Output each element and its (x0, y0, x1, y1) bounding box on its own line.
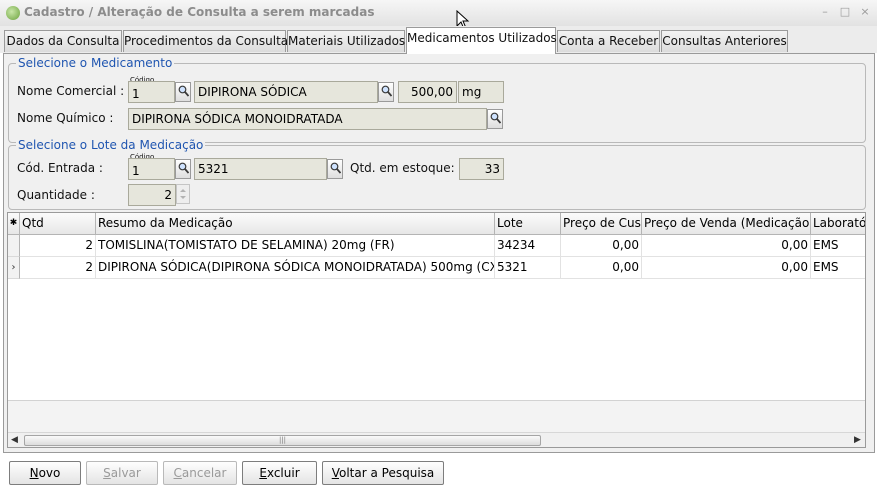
medicamento-nome-field[interactable]: DIPIRONA SÓDICA (194, 81, 378, 103)
salvar-button[interactable]: Salvar (86, 461, 158, 485)
window-title: Cadastro / Alteração de Consulta a serem… (24, 5, 375, 19)
search-icon (178, 85, 189, 97)
current-row-arrow-icon[interactable]: › (8, 257, 20, 279)
scroll-left-icon[interactable]: ◀ (11, 435, 18, 445)
grid-footer (8, 400, 865, 432)
lote-legend: Selecione o Lote da Medicação (16, 138, 206, 152)
nome-quimico-lookup-button[interactable] (487, 109, 503, 129)
column-header-qtd[interactable]: Qtd (20, 213, 96, 235)
cell-preco-custo[interactable]: 0,00 (561, 235, 642, 257)
voltar-pesquisa-button[interactable]: Voltar a Pesquisa (322, 461, 444, 485)
cell-preco-venda[interactable]: 0,00 (642, 235, 811, 257)
tab-conta-receber[interactable]: Conta a Receber (557, 30, 660, 52)
novo-button[interactable]: Novo (9, 461, 81, 485)
tab-medicamentos[interactable]: Medicamentos Utilizados (406, 27, 557, 54)
scroll-right-icon[interactable]: ▶ (854, 435, 861, 445)
cell-preco-venda[interactable]: 0,00 (642, 257, 811, 279)
search-icon (381, 85, 392, 97)
grid-corner-icon: ✱ (8, 213, 20, 235)
minimize-icon[interactable]: – (818, 5, 832, 19)
nome-quimico-field[interactable]: DIPIRONA SÓDICA MONOIDRATADA (128, 108, 487, 130)
lote-numero-lookup-button[interactable] (327, 159, 343, 179)
row-indicator[interactable] (8, 235, 20, 257)
cell-lote[interactable]: 5321 (495, 257, 561, 279)
cell-qtd[interactable]: 2 (20, 257, 96, 279)
quantidade-label: Quantidade : (17, 188, 95, 202)
dosagem-field: 500,00 (398, 81, 457, 103)
quantidade-field[interactable]: 2 (128, 184, 176, 206)
column-header-preco-custo[interactable]: Preço de Cus (561, 213, 642, 235)
lote-numero-field[interactable]: 5321 (194, 158, 327, 180)
close-icon[interactable]: × (858, 5, 872, 19)
tab-dados-consulta[interactable]: Dados da Consulta (4, 30, 122, 52)
tab-procedimentos[interactable]: Procedimentos da Consulta (123, 30, 288, 52)
maximize-icon[interactable]: □ (838, 5, 852, 19)
quantidade-spinner[interactable] (176, 184, 190, 204)
cell-laboratorio[interactable]: EMS (811, 235, 865, 257)
cell-resumo[interactable]: TOMISLINA(TOMISTATO DE SELAMINA) 20mg (F… (96, 235, 495, 257)
tab-materiais[interactable]: Materiais Utilizados (287, 30, 405, 52)
cell-laboratorio[interactable]: EMS (811, 257, 865, 279)
column-header-lote[interactable]: Lote (495, 213, 561, 235)
app-icon (6, 6, 20, 20)
search-icon (490, 112, 501, 124)
medicamento-group (8, 63, 866, 143)
medicamento-codigo-field[interactable]: 1 (128, 81, 175, 103)
nome-quimico-label: Nome Químico : (17, 111, 114, 125)
excluir-button[interactable]: Excluir (242, 461, 317, 485)
cell-qtd[interactable]: 2 (20, 235, 96, 257)
search-icon (178, 162, 189, 174)
column-header-preco-venda[interactable]: Preço de Venda (Medicação) (642, 213, 811, 235)
scrollbar-thumb[interactable]: ||| (24, 435, 541, 446)
cell-lote[interactable]: 34234 (495, 235, 561, 257)
horizontal-scrollbar[interactable]: ◀ ||| ▶ (8, 432, 865, 447)
cancelar-button[interactable]: Cancelar (163, 461, 237, 485)
nome-comercial-label: Nome Comercial : (17, 84, 125, 98)
unidade-field: mg (458, 81, 504, 103)
cod-entrada-label: Cód. Entrada : (17, 161, 103, 175)
tab-consultas-anteriores[interactable]: Consultas Anteriores (661, 30, 788, 52)
cell-preco-custo[interactable]: 0,00 (561, 257, 642, 279)
medicamento-codigo-lookup-button[interactable] (175, 82, 191, 102)
medicamento-nome-lookup-button[interactable] (378, 82, 394, 102)
lote-codigo-field[interactable]: 1 (128, 158, 175, 180)
qtd-estoque-field: 33 (459, 158, 504, 180)
medicamento-legend: Selecione o Medicamento (16, 56, 175, 70)
lote-codigo-lookup-button[interactable] (175, 159, 191, 179)
search-icon (330, 162, 341, 174)
column-header-resumo[interactable]: Resumo da Medicação (96, 213, 495, 235)
column-header-laboratorio[interactable]: Laboratór (811, 213, 865, 235)
qtd-estoque-label: Qtd. em estoque: (350, 161, 455, 175)
medicamentos-grid[interactable]: ✱ Qtd Resumo da Medicação Lote Preço de … (7, 212, 866, 448)
cell-resumo[interactable]: DIPIRONA SÓDICA(DIPIRONA SÓDICA MONOIDRA… (96, 257, 495, 279)
